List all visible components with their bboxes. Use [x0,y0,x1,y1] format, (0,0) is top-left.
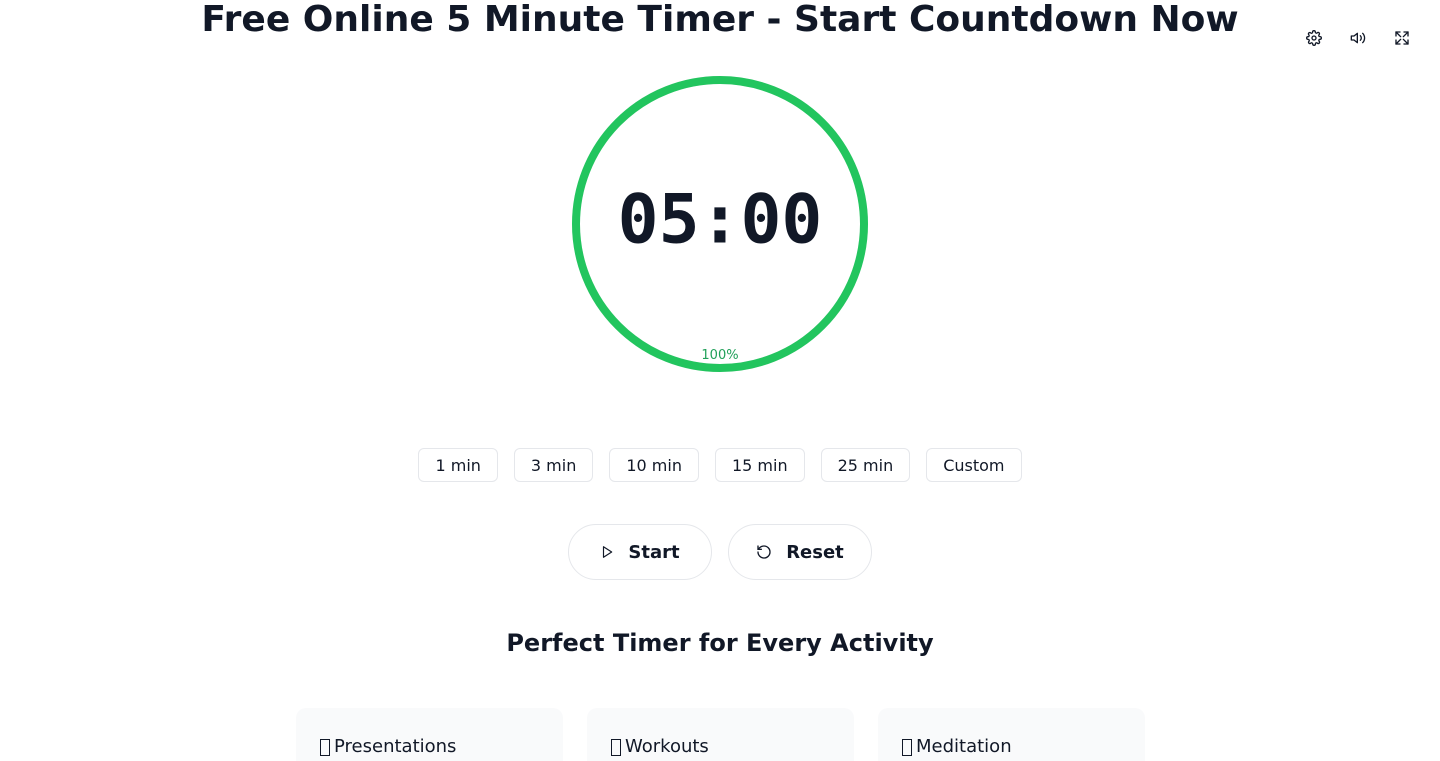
presentation-icon [320,739,330,756]
preset-10-min-button[interactable]: 10 min [609,448,699,482]
preset-buttons: 1 min 3 min 10 min 15 min 25 min Custom [0,448,1440,482]
timer-controls: Start Reset [0,524,1440,580]
start-button[interactable]: Start [568,524,712,580]
activities-title: Perfect Timer for Every Activity [506,629,934,657]
reset-label: Reset [786,541,844,563]
play-icon [600,545,614,559]
activity-card-label: Workouts [625,736,709,757]
gear-icon[interactable] [1302,26,1326,50]
workout-icon [611,739,621,756]
fullscreen-icon[interactable] [1390,26,1414,50]
timer-display: 05:00 100% [570,74,870,374]
percent-label: 100% [701,348,739,363]
reset-button[interactable]: Reset [728,524,872,580]
volume-icon[interactable] [1346,26,1370,50]
preset-custom-button[interactable]: Custom [926,448,1022,482]
top-toolbar [1302,26,1414,50]
activity-cards: Presentations Workouts Meditation [296,708,1145,761]
preset-15-min-button[interactable]: 15 min [714,448,805,482]
activity-card-presentations[interactable]: Presentations [296,708,563,761]
reset-icon [756,544,772,560]
start-label: Start [628,541,680,563]
activity-card-workouts[interactable]: Workouts [587,708,854,761]
timer-page: Free Online 5 Minute Timer - Start Count… [0,0,1440,761]
activity-card-meditation[interactable]: Meditation [878,708,1145,761]
preset-3-min-button[interactable]: 3 min [513,448,594,482]
meditation-icon [902,739,912,756]
page-title: Free Online 5 Minute Timer - Start Count… [201,0,1239,40]
activity-card-label: Meditation [916,736,1012,757]
preset-25-min-button[interactable]: 25 min [820,448,911,482]
preset-1-min-button[interactable]: 1 min [418,448,498,482]
time-remaining: 05:00 [617,180,823,260]
activity-card-label: Presentations [334,736,457,757]
